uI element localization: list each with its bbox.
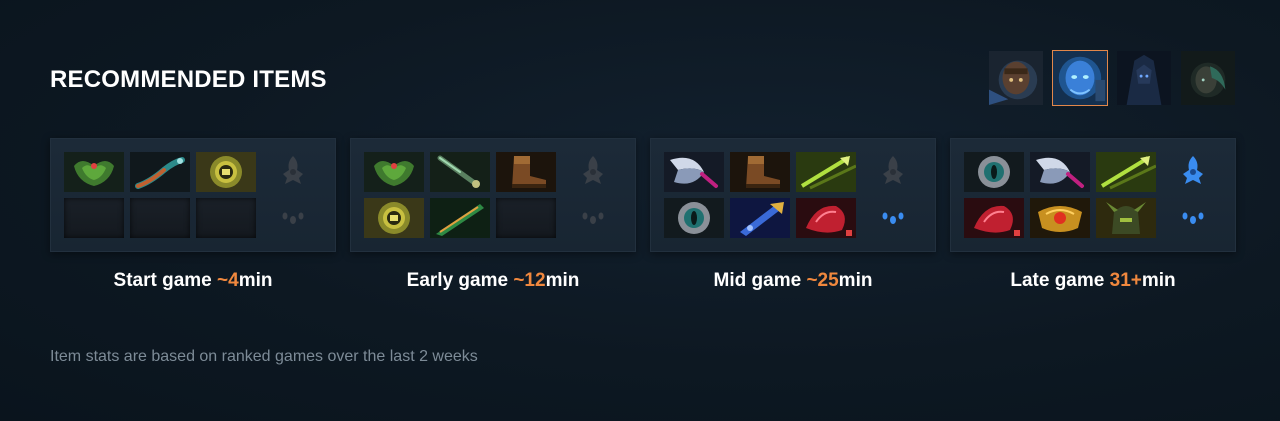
orb-of-venom-icon [64,152,124,192]
neutral-item-grey-icon [277,152,309,192]
falcon-blade-icon [430,198,490,238]
red-ammo-icon [964,198,1024,238]
stats-note: Item stats are based on ranked games ove… [50,348,478,365]
orb-of-venom-icon [364,152,424,192]
phase-caption: Early game ~12min [406,270,580,291]
neutral-slot-blue-icon [877,198,909,238]
item-slot-circlet[interactable] [364,198,424,238]
item-slot-dagon[interactable] [730,198,790,238]
item-slot-boots[interactable] [730,152,790,192]
neutral-items [877,152,909,238]
circlet-icon [196,152,256,192]
neutral-item-grey-icon [877,152,909,192]
diffusal-blade-icon [664,152,724,192]
diffusal-blade-icon [1030,152,1090,192]
item-slot-empty [130,198,190,238]
item-build-phases: Start game ~4min Early game ~12min Mid g… [50,138,1236,292]
item-slot-helm[interactable] [1096,198,1156,238]
item-panel [950,138,1236,252]
item-slot-red-ammo[interactable] [796,198,856,238]
item-slot-diffusal-blade[interactable] [1030,152,1090,192]
section-title: RECOMMENDED ITEMS [50,66,327,93]
boots-icon [496,152,556,192]
hero-portrait-3-icon [1117,51,1171,105]
magic-wand-icon [430,152,490,192]
helm-icon [1096,198,1156,238]
item-grid [364,152,556,238]
neutral-items [577,152,609,238]
eye-of-skadi-icon [964,152,1024,192]
item-panel [350,138,636,252]
item-grid [64,152,256,238]
phase-start-game: Start game ~4min [50,138,336,292]
item-slot-circlet[interactable] [196,152,256,192]
item-slot-harpoon[interactable] [1096,152,1156,192]
dagon-icon [730,198,790,238]
neutral-slot-grey-icon [277,198,309,238]
harpoon-icon [796,152,856,192]
neutral-items [1177,152,1209,238]
eye-of-skadi-icon [664,198,724,238]
item-slot-empty [64,198,124,238]
hero-portrait-1[interactable] [988,50,1044,106]
item-slot-magic-wand[interactable] [430,152,490,192]
item-slot-eye-of-skadi[interactable] [964,152,1024,192]
item-slot-tango[interactable] [130,152,190,192]
item-slot-golden-armor[interactable] [1030,198,1090,238]
item-slot-orb-of-venom[interactable] [64,152,124,192]
neutral-slot-blue-icon [1177,198,1209,238]
item-slot-harpoon[interactable] [796,152,856,192]
neutral-item-blue-icon [1177,152,1209,192]
item-grid [664,152,856,238]
item-slot-empty [496,198,556,238]
hero-portrait-2-icon [1053,51,1107,105]
hero-portrait-2[interactable] [1052,50,1108,106]
neutral-item-grey-icon [577,152,609,192]
phase-mid-game: Mid game ~25min [650,138,936,292]
phase-caption: Start game ~4min [113,270,273,291]
item-grid [964,152,1156,238]
boots-icon [730,152,790,192]
circlet-icon [364,198,424,238]
red-ammo-icon [796,198,856,238]
hero-portrait-3[interactable] [1116,50,1172,106]
tango-icon [130,152,190,192]
phase-caption: Late game 31+min [1010,270,1176,291]
item-slot-falcon-blade[interactable] [430,198,490,238]
hero-portrait-1-icon [989,51,1043,105]
item-slot-red-ammo[interactable] [964,198,1024,238]
harpoon-icon [1096,152,1156,192]
item-panel [50,138,336,252]
phase-late-game: Late game 31+min [950,138,1236,292]
item-slot-orb-of-venom[interactable] [364,152,424,192]
item-slot-boots[interactable] [496,152,556,192]
neutral-items [277,152,309,238]
hero-portrait-4[interactable] [1180,50,1236,106]
item-panel [650,138,936,252]
phase-caption: Mid game ~25min [713,270,873,291]
golden-armor-icon [1030,198,1090,238]
phase-early-game: Early game ~12min [350,138,636,292]
neutral-slot-grey-icon [577,198,609,238]
item-slot-diffusal-blade[interactable] [664,152,724,192]
item-slot-eye-of-skadi[interactable] [664,198,724,238]
hero-portrait-4-icon [1181,51,1235,105]
hero-portrait-selector [988,50,1236,106]
item-slot-empty [196,198,256,238]
